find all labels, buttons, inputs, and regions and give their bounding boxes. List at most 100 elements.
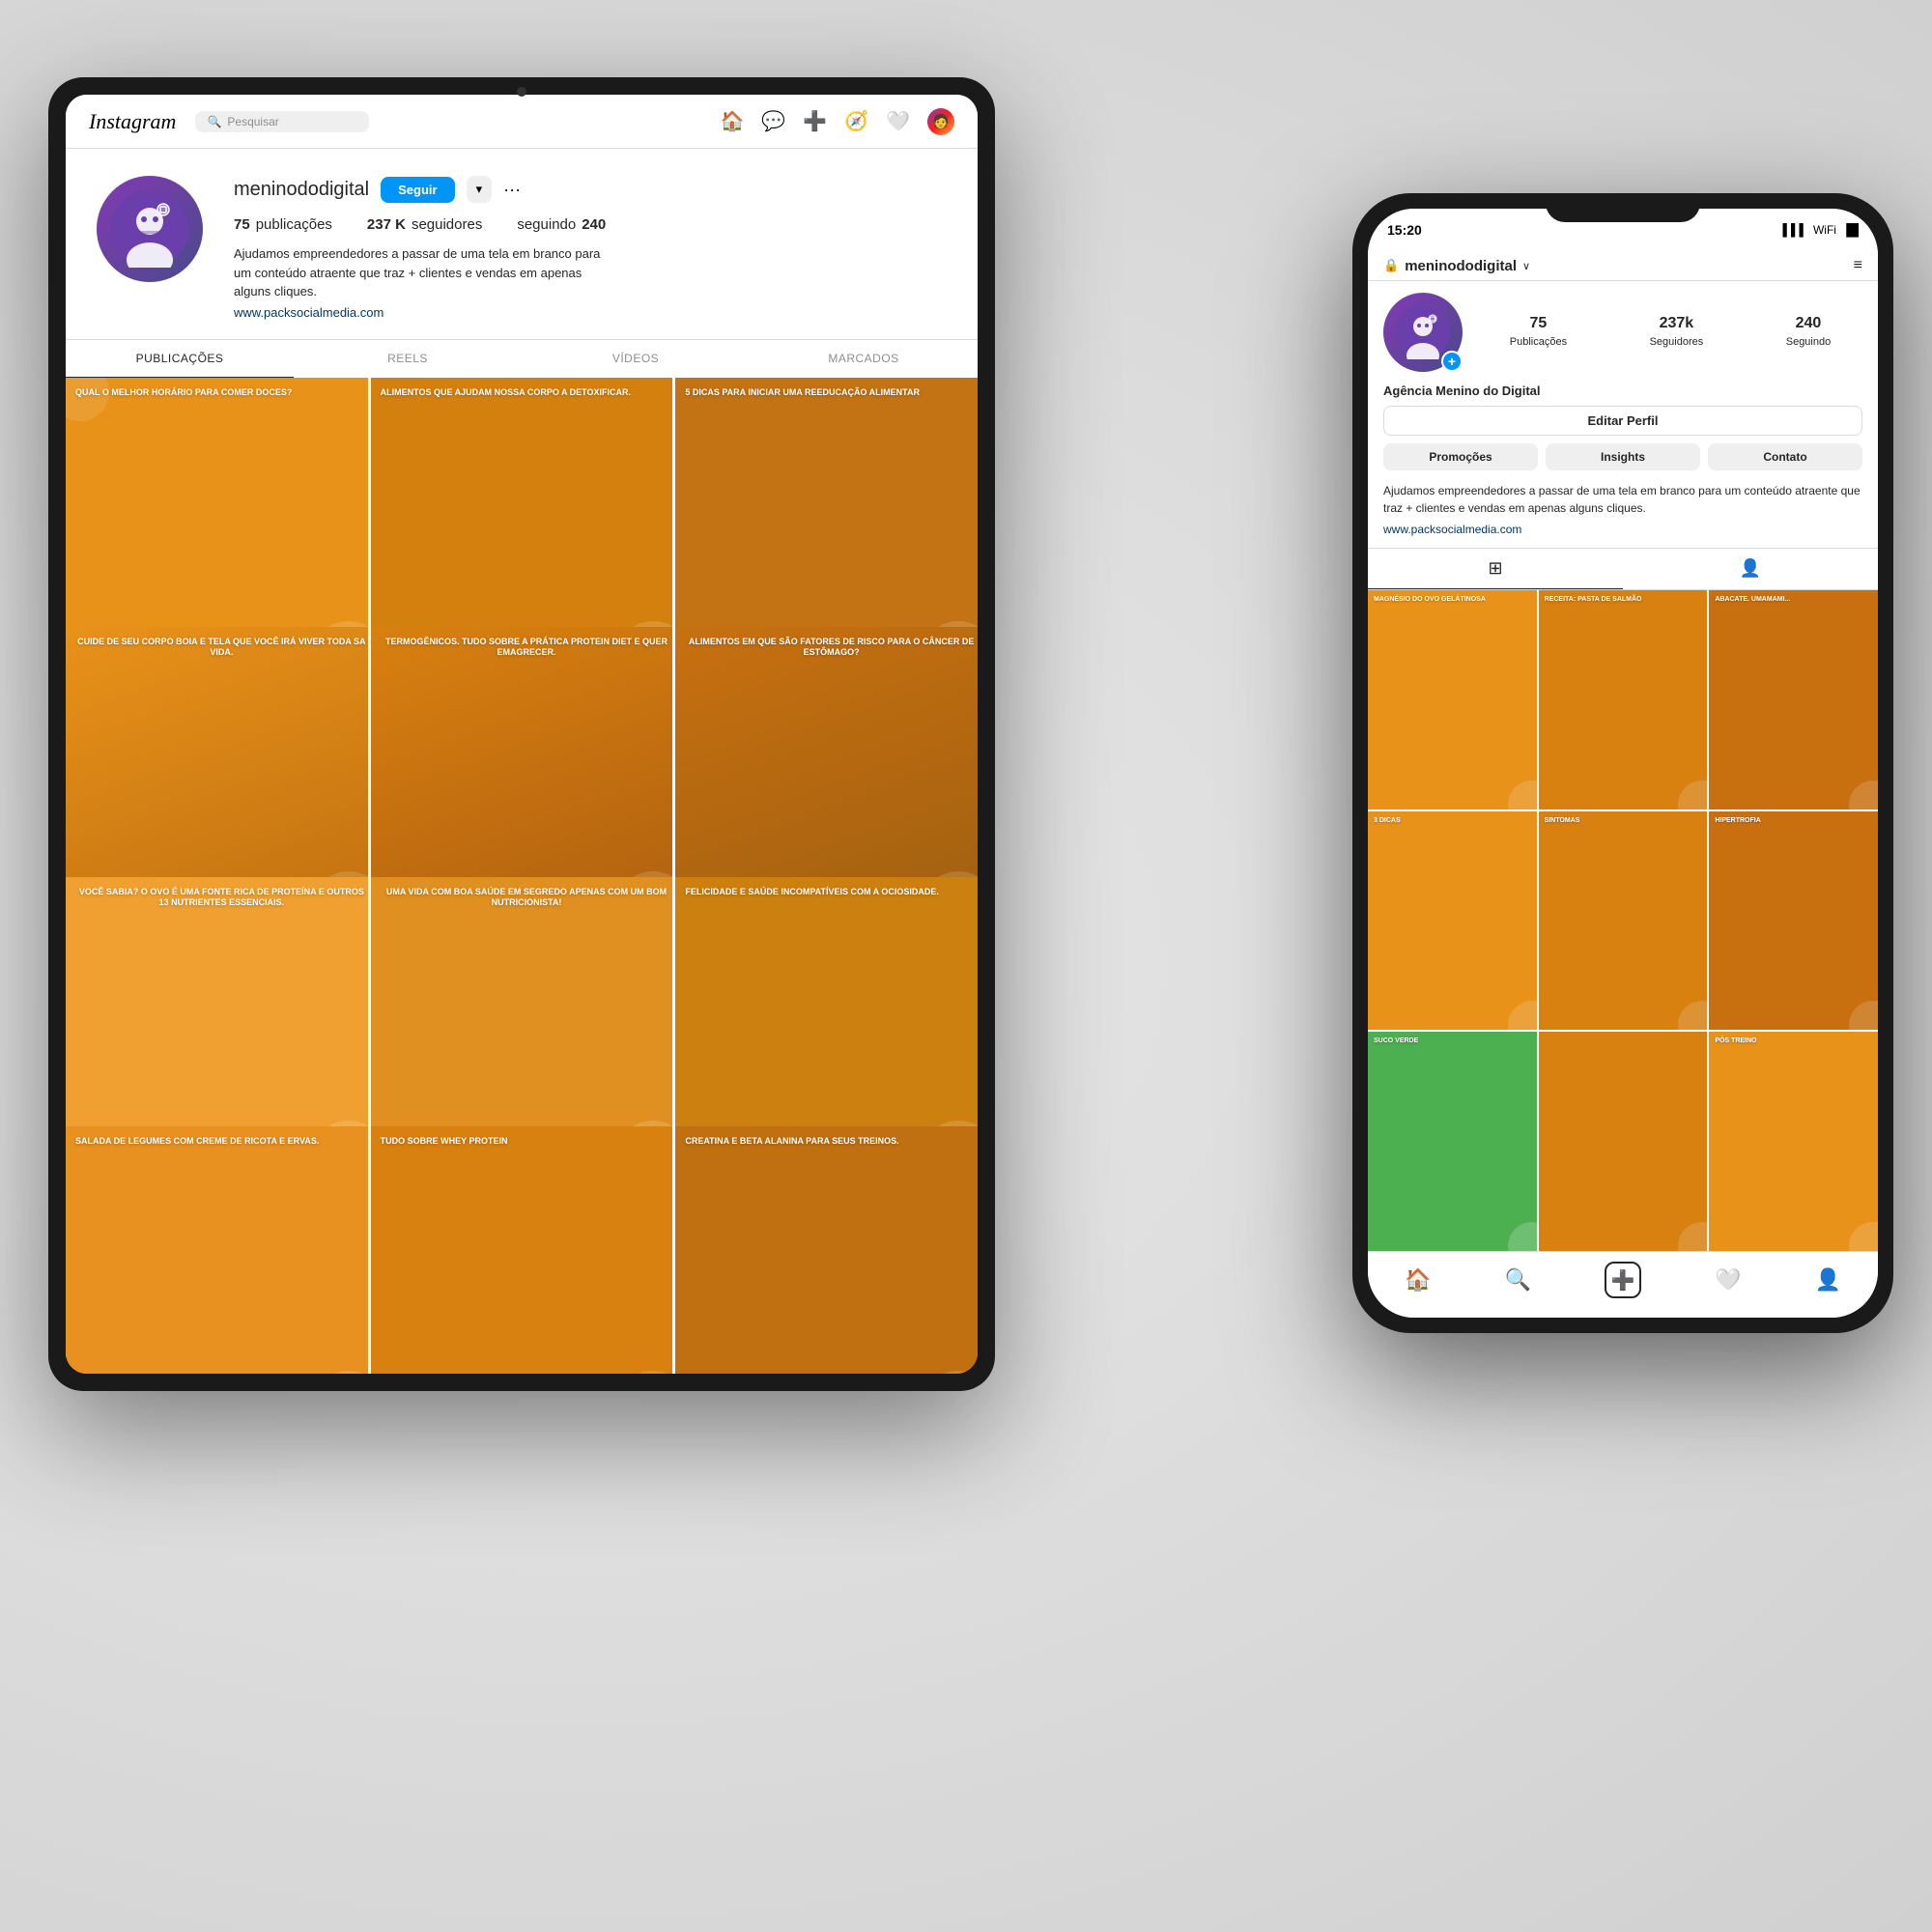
phone-cell-text-4: 3 DICAS [1374, 817, 1401, 825]
profile-section: meninododigital Seguir ▾ ··· 75 publicaç… [66, 149, 978, 339]
phone-following-label: Seguindo [1786, 336, 1832, 348]
search-box[interactable]: 🔍 Pesquisar [195, 111, 369, 132]
profile-tabs: PUBLICAÇÕES REELS VÍDEOS MARCADOS [66, 339, 978, 378]
phone-cell-3[interactable]: ABACATE. umamami... [1709, 590, 1878, 810]
phone-cell-text-9: PÓS TREINO [1715, 1037, 1756, 1045]
phone-stats: 75 Publicações 237k Seguidores 240 Segui… [1478, 315, 1862, 350]
phone-notch [1546, 193, 1700, 222]
following-label: seguindo [517, 216, 576, 233]
phone-cell-5[interactable]: SINTOMAS [1539, 811, 1708, 1031]
wifi-icon: WiFi [1813, 223, 1836, 237]
lock-icon: 🔒 [1383, 258, 1399, 273]
following-stat: seguindo 240 [517, 216, 606, 233]
heart-icon[interactable]: 🤍 [886, 109, 910, 133]
tablet-device: Instagram 🔍 Pesquisar 🏠 💬 ➕ 🧭 🤍 🧑 [48, 77, 995, 1391]
phone-cell-7[interactable]: SUCO VERDE [1368, 1032, 1537, 1251]
phone-cell-2[interactable]: RECEITA: pasta de salmão [1539, 590, 1708, 810]
phone-screen: 15:20 ▌▌▌ WiFi ▐█ 🔒 meninododigital ∨ ≡ [1368, 209, 1878, 1318]
phone-followers-stat: 237k Seguidores [1650, 315, 1704, 350]
phone-following-stat: 240 Seguindo [1786, 315, 1832, 350]
dropdown-button[interactable]: ▾ [467, 176, 493, 203]
instagram-topbar: Instagram 🔍 Pesquisar 🏠 💬 ➕ 🧭 🤍 🧑 [66, 95, 978, 149]
cell-text-5: TERMOGÊNICOS. Tudo sobre a prática prote… [381, 637, 673, 658]
phone-cell-text-3: ABACATE. umamami... [1715, 596, 1790, 604]
phone-cell-1[interactable]: MAGNÉSIO do ovo gelátinosa [1368, 590, 1537, 810]
search-placeholder: Pesquisar [227, 115, 278, 128]
instagram-logo: Instagram [89, 109, 176, 134]
tab-videos[interactable]: VÍDEOS [522, 340, 750, 378]
phone-search-icon[interactable]: 🔍 [1505, 1267, 1531, 1293]
phone-posts-grid: MAGNÉSIO do ovo gelátinosa RECEITA: past… [1368, 590, 1878, 1251]
phone-cell-9[interactable]: PÓS TREINO [1709, 1032, 1878, 1251]
phone-create-icon[interactable]: ➕ [1605, 1262, 1641, 1298]
tab-reels[interactable]: REELS [294, 340, 522, 378]
phone-cell-text-5: SINTOMAS [1545, 817, 1580, 825]
followers-stat: 237 K seguidores [367, 216, 482, 233]
phone-cell-text-1: MAGNÉSIO do ovo gelátinosa [1374, 596, 1486, 604]
profile-username: meninododigital [234, 179, 369, 201]
stats-row: 75 publicações 237 K seguidores seguindo… [234, 216, 947, 233]
phone-cell-4[interactable]: 3 DICAS [1368, 811, 1537, 1031]
phone-grid-tabs: ⊞ 👤 [1368, 548, 1878, 590]
create-icon[interactable]: ➕ [803, 109, 827, 133]
cell-text-4: CUIDE DE SEU CORPO boia e tela que você … [75, 637, 368, 658]
tablet-camera [517, 87, 526, 97]
edit-profile-button[interactable]: Editar Perfil [1383, 406, 1862, 436]
follow-button[interactable]: Seguir [381, 177, 454, 203]
phone-cell-6[interactable]: HIPERTROFIA [1709, 811, 1878, 1031]
grid-cell-10[interactable]: SALADA DE LEGUMES com creme de ricota e … [66, 1126, 368, 1374]
followers-num: 237 K [367, 216, 406, 233]
phone-profile-top: + 75 Publicações 237k Seguidores 240 Seg… [1383, 293, 1862, 372]
phone-profile: + 75 Publicações 237k Seguidores 240 Seg… [1368, 281, 1878, 548]
cell-text-3: 5 DICAS para iniciar uma reeducação alim… [685, 387, 920, 398]
phone-home-icon[interactable]: 🏠 [1405, 1267, 1431, 1293]
cell-text-7: VOCÊ SABIA? O ovo é uma fonte rica de pr… [75, 887, 368, 908]
explore-icon[interactable]: 🧭 [844, 109, 868, 133]
cell-text-9: FELICIDADE E SAÚDE Incompatíveis com a o… [685, 887, 939, 897]
grid-cell-11[interactable]: TUDO sobre Whey Protein [371, 1126, 673, 1374]
home-icon[interactable]: 🏠 [720, 109, 744, 133]
search-icon: 🔍 [207, 115, 221, 128]
status-icons: ▌▌▌ WiFi ▐█ [1782, 223, 1859, 237]
publications-label: publicações [256, 216, 332, 233]
phone-username: meninododigital [1405, 258, 1517, 274]
profile-link[interactable]: www.packsocialmedia.com [234, 305, 947, 320]
clock: 15:20 [1387, 222, 1782, 238]
more-button[interactable]: ··· [503, 180, 521, 200]
phone-heart-icon[interactable]: 🤍 [1715, 1267, 1741, 1293]
phone-ig-header: 🔒 meninododigital ∨ ≡ [1368, 251, 1878, 281]
phone-publications-stat: 75 Publicações [1510, 315, 1567, 350]
cell-text-10: SALADA DE LEGUMES com creme de ricota e … [75, 1136, 319, 1147]
hamburger-icon[interactable]: ≡ [1854, 257, 1862, 274]
insights-button[interactable]: Insights [1546, 443, 1700, 470]
profile-avatar [97, 176, 203, 282]
grid-cell-12[interactable]: CREATINA E BETA ALANINA para seus treino… [675, 1126, 978, 1374]
battery-icon: ▐█ [1842, 223, 1859, 237]
chevron-icon: ∨ [1522, 260, 1530, 272]
username-row: meninododigital Seguir ▾ ··· [234, 176, 947, 203]
phone-following-num: 240 [1786, 315, 1832, 332]
cell-text-1: QUAL O MELHOR HORÁRIO para comer doces? [75, 387, 292, 398]
tab-tagged[interactable]: MARCADOS [750, 340, 978, 378]
phone-cell-8[interactable] [1539, 1032, 1708, 1251]
phone-tab-grid[interactable]: ⊞ [1368, 549, 1623, 589]
add-photo-button[interactable]: + [1441, 351, 1463, 372]
following-num: 240 [582, 216, 606, 233]
messages-icon[interactable]: 💬 [761, 109, 785, 133]
publications-num: 75 [234, 216, 250, 233]
phone-profile-icon[interactable]: 👤 [1815, 1267, 1841, 1293]
phone-publications-label: Publicações [1510, 336, 1567, 348]
followers-label: seguidores [412, 216, 482, 233]
posts-grid: QUAL O MELHOR HORÁRIO para comer doces? … [66, 378, 978, 1375]
tablet-screen: Instagram 🔍 Pesquisar 🏠 💬 ➕ 🧭 🤍 🧑 [66, 95, 978, 1374]
promotions-button[interactable]: Promoções [1383, 443, 1538, 470]
phone-bottom-nav: 🏠 🔍 ➕ 🤍 👤 [1368, 1251, 1878, 1318]
phone-device: 15:20 ▌▌▌ WiFi ▐█ 🔒 meninododigital ∨ ≡ [1352, 193, 1893, 1333]
profile-avatar-nav[interactable]: 🧑 [927, 108, 954, 135]
phone-publications-num: 75 [1510, 315, 1567, 332]
tab-publications[interactable]: PUBLICAÇÕES [66, 340, 294, 378]
phone-cell-text-7: SUCO VERDE [1374, 1037, 1418, 1045]
phone-tab-tagged[interactable]: 👤 [1623, 549, 1878, 589]
phone-link[interactable]: www.packsocialmedia.com [1383, 523, 1862, 536]
contact-button[interactable]: Contato [1708, 443, 1862, 470]
